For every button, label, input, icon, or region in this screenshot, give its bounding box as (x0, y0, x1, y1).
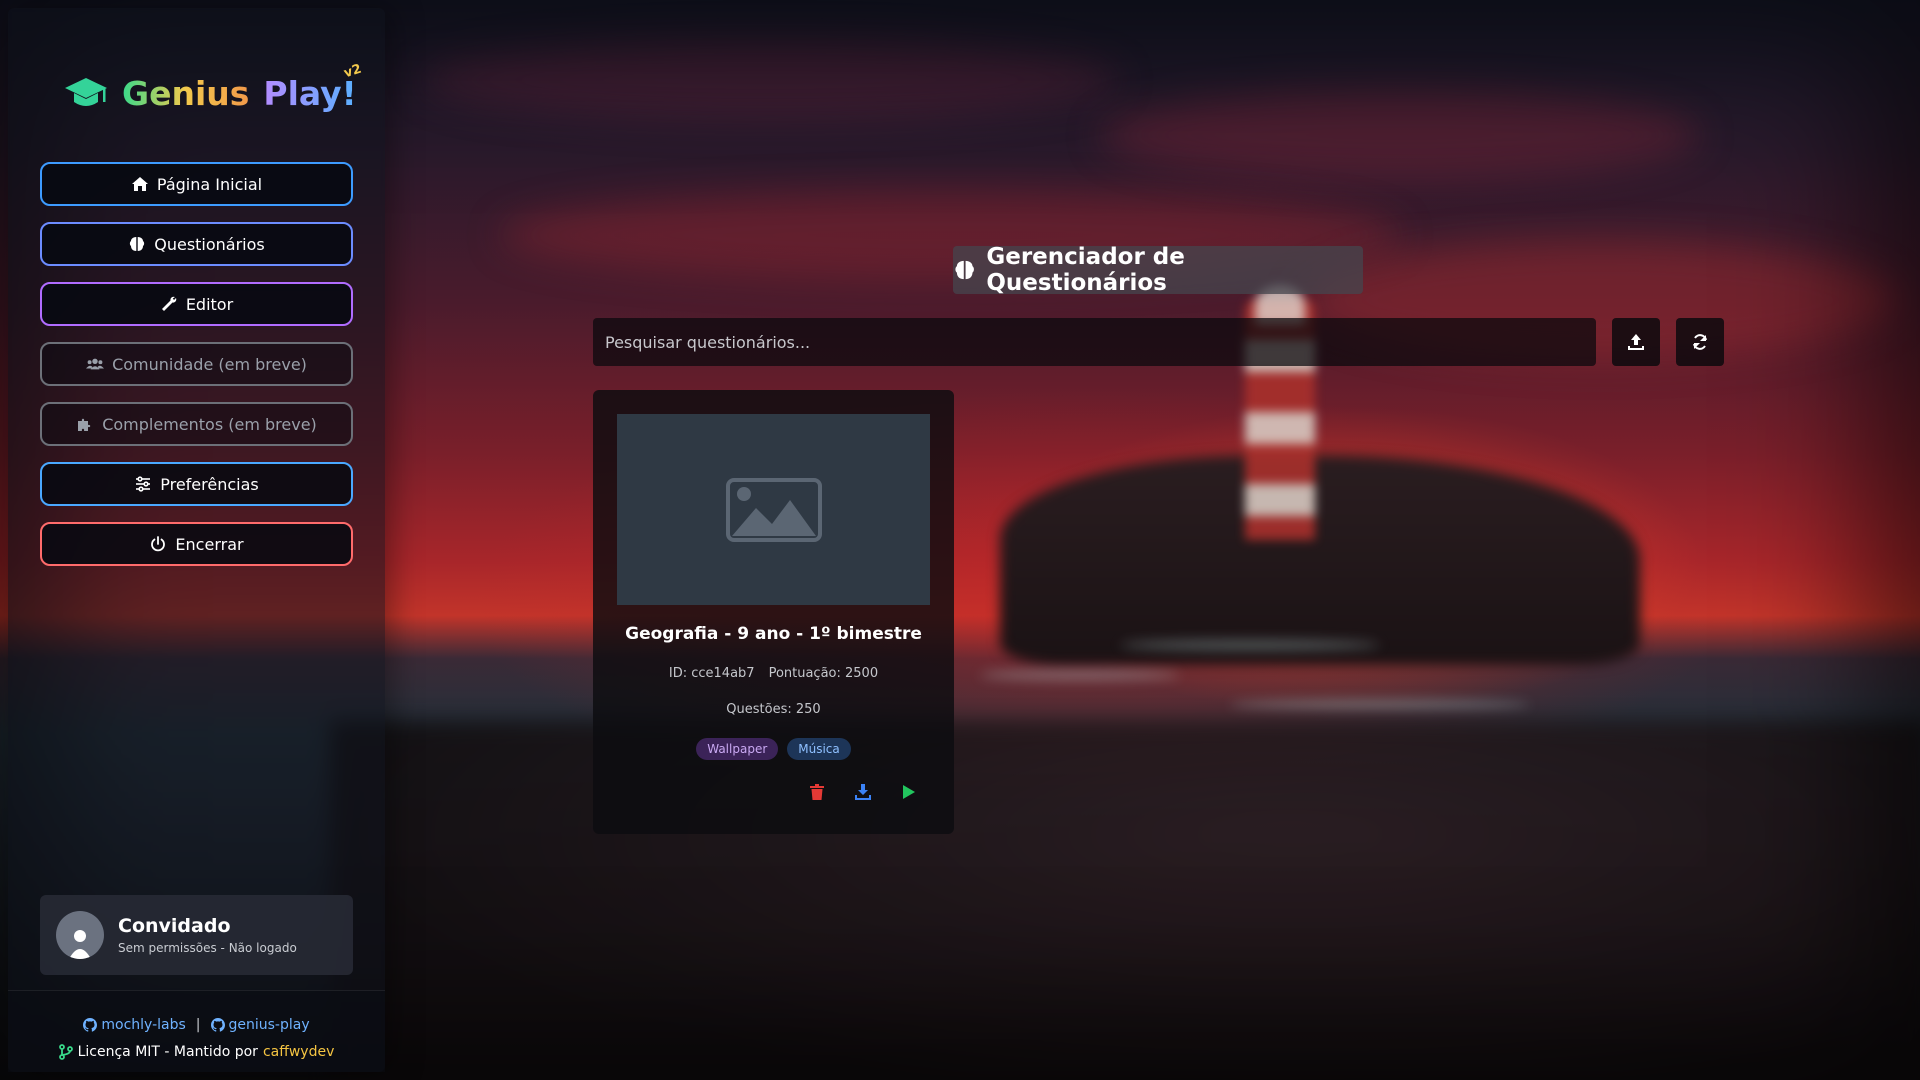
sidebar-item-label: Preferências (160, 474, 259, 494)
sidebar-item-community[interactable]: Comunidade (em breve) (40, 342, 353, 386)
sidebar-item-label: Página Inicial (156, 174, 263, 194)
logo-word-genius: Genius (122, 73, 250, 113)
search-input[interactable] (593, 318, 1596, 366)
maintainer-link[interactable]: caffwydev (263, 1044, 334, 1060)
sidebar-item-label: Comunidade (em breve) (112, 354, 307, 374)
sidebar-item-home[interactable]: Página Inicial (40, 162, 353, 206)
brain-icon (955, 260, 974, 280)
graduation-cap-icon (65, 78, 107, 106)
quiz-card[interactable]: Geografia - 9 ano - 1º bimestre ID: cce1… (593, 390, 954, 834)
wrench-icon (161, 296, 177, 311)
version-badge: v2 (342, 61, 364, 82)
sliders-icon (136, 476, 151, 492)
sidebar-item-preferences[interactable]: Preferências (40, 462, 353, 506)
sidebar-item-label: Questionários (154, 234, 265, 254)
quiz-thumbnail (617, 414, 930, 605)
link-label: mochly-labs (101, 1017, 186, 1033)
link-mochly-labs[interactable]: mochly-labs (83, 1017, 186, 1033)
github-icon (210, 1018, 225, 1032)
play-button[interactable] (899, 782, 919, 802)
link-genius-play[interactable]: genius-play (210, 1017, 310, 1033)
link-label: genius-play (228, 1017, 310, 1033)
sidebar-item-label: Complementos (em breve) (102, 414, 317, 434)
logo-word-play: Play! (263, 73, 357, 113)
license-text: Licença MIT - Mantido por (77, 1044, 258, 1060)
user-name: Convidado (118, 915, 231, 937)
download-button[interactable] (853, 782, 873, 802)
user-status: Sem permissões - Não logado (118, 941, 297, 955)
puzzle-icon (78, 418, 91, 431)
user-card[interactable]: Convidado Sem permissões - Não logado (40, 895, 353, 975)
quiz-id: ID: cce14ab7 (668, 666, 755, 681)
user-icon (69, 930, 91, 959)
sidebar-item-label: Editor (185, 294, 234, 314)
power-icon (151, 536, 166, 552)
app-logo[interactable]: Genius Play! v2 (64, 62, 364, 118)
code-branch-icon (58, 1044, 73, 1060)
sidebar-item-plugins[interactable]: Complementos (em breve) (40, 402, 353, 446)
sidebar-item-label: Encerrar (175, 534, 244, 554)
page-title-text: Gerenciador de Questionários (986, 244, 1185, 296)
quiz-score: Pontuação: 2500 (768, 666, 879, 681)
upload-button[interactable] (1612, 318, 1660, 366)
upload-icon (1628, 334, 1644, 350)
brain-icon (130, 237, 145, 251)
quiz-actions (593, 782, 954, 804)
play-icon (903, 785, 915, 799)
github-icon (83, 1018, 98, 1032)
sidebar-item-quizzes[interactable]: Questionários (40, 222, 353, 266)
download-icon (855, 784, 871, 800)
trash-icon (810, 784, 824, 800)
avatar (56, 911, 104, 959)
sidebar-item-exit[interactable]: Encerrar (40, 522, 353, 566)
image-placeholder-icon (725, 477, 822, 542)
page-title: Gerenciador de Questionários (953, 244, 1363, 296)
quiz-meta: ID: cce14ab7 Pontuação: 2500 (593, 666, 954, 681)
users-icon (86, 358, 105, 370)
quiz-tags: Wallpaper Música (593, 738, 954, 760)
refresh-button[interactable] (1676, 318, 1724, 366)
tag-badge: Música (787, 738, 851, 760)
home-icon (131, 177, 148, 191)
refresh-icon (1693, 334, 1707, 350)
tag-badge: Wallpaper (696, 738, 779, 760)
sidebar-item-editor[interactable]: Editor (40, 282, 353, 326)
footer-separator: | (195, 1017, 201, 1033)
delete-button[interactable] (807, 782, 827, 802)
sidebar-footer: mochly-labs | genius-play Licença MIT - … (8, 990, 385, 1072)
quiz-title: Geografia - 9 ano - 1º bimestre (625, 624, 922, 644)
sidebar: Genius Play! v2 Página Inicial Questioná… (8, 8, 385, 1072)
quiz-question-count: Questões: 250 (726, 702, 821, 717)
